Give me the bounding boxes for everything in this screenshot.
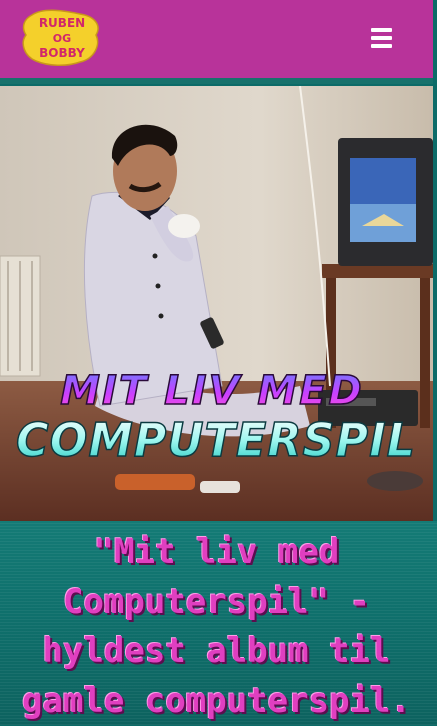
menu-bar-top — [371, 28, 392, 32]
article-title-line-4: gamle computerspil. — [0, 677, 433, 726]
article-title-line-2: Computerspil" - — [0, 578, 433, 628]
article-title-line-3: hyldest album til — [0, 627, 433, 677]
hero-album-cover: MIT LIV MED COMPUTERSPIL — [0, 86, 433, 521]
logo-text-line2: OG — [53, 32, 71, 45]
ruben-og-bobby-logo[interactable]: RUBEN OG BOBBY — [22, 9, 100, 67]
album-cover-photo: MIT LIV MED COMPUTERSPIL — [0, 86, 433, 521]
site-header: RUBEN OG BOBBY — [0, 0, 433, 84]
menu-bar-middle — [371, 36, 392, 40]
hamburger-menu-icon[interactable] — [362, 22, 400, 56]
menu-bar-bottom — [371, 44, 392, 48]
tv-table-top — [322, 264, 433, 278]
tea-cup — [168, 214, 200, 238]
toy-boat — [115, 474, 195, 490]
logo-text-line3: BOBBY — [39, 46, 85, 60]
logo-text-line1: RUBEN — [39, 16, 85, 30]
article-title: "Mit liv med Computerspil" - hyldest alb… — [0, 528, 433, 726]
album-title-line1: MIT LIV MED — [60, 368, 363, 414]
article-title-line-1: "Mit liv med — [0, 528, 433, 578]
album-title-line2: COMPUTERSPIL — [16, 413, 416, 467]
